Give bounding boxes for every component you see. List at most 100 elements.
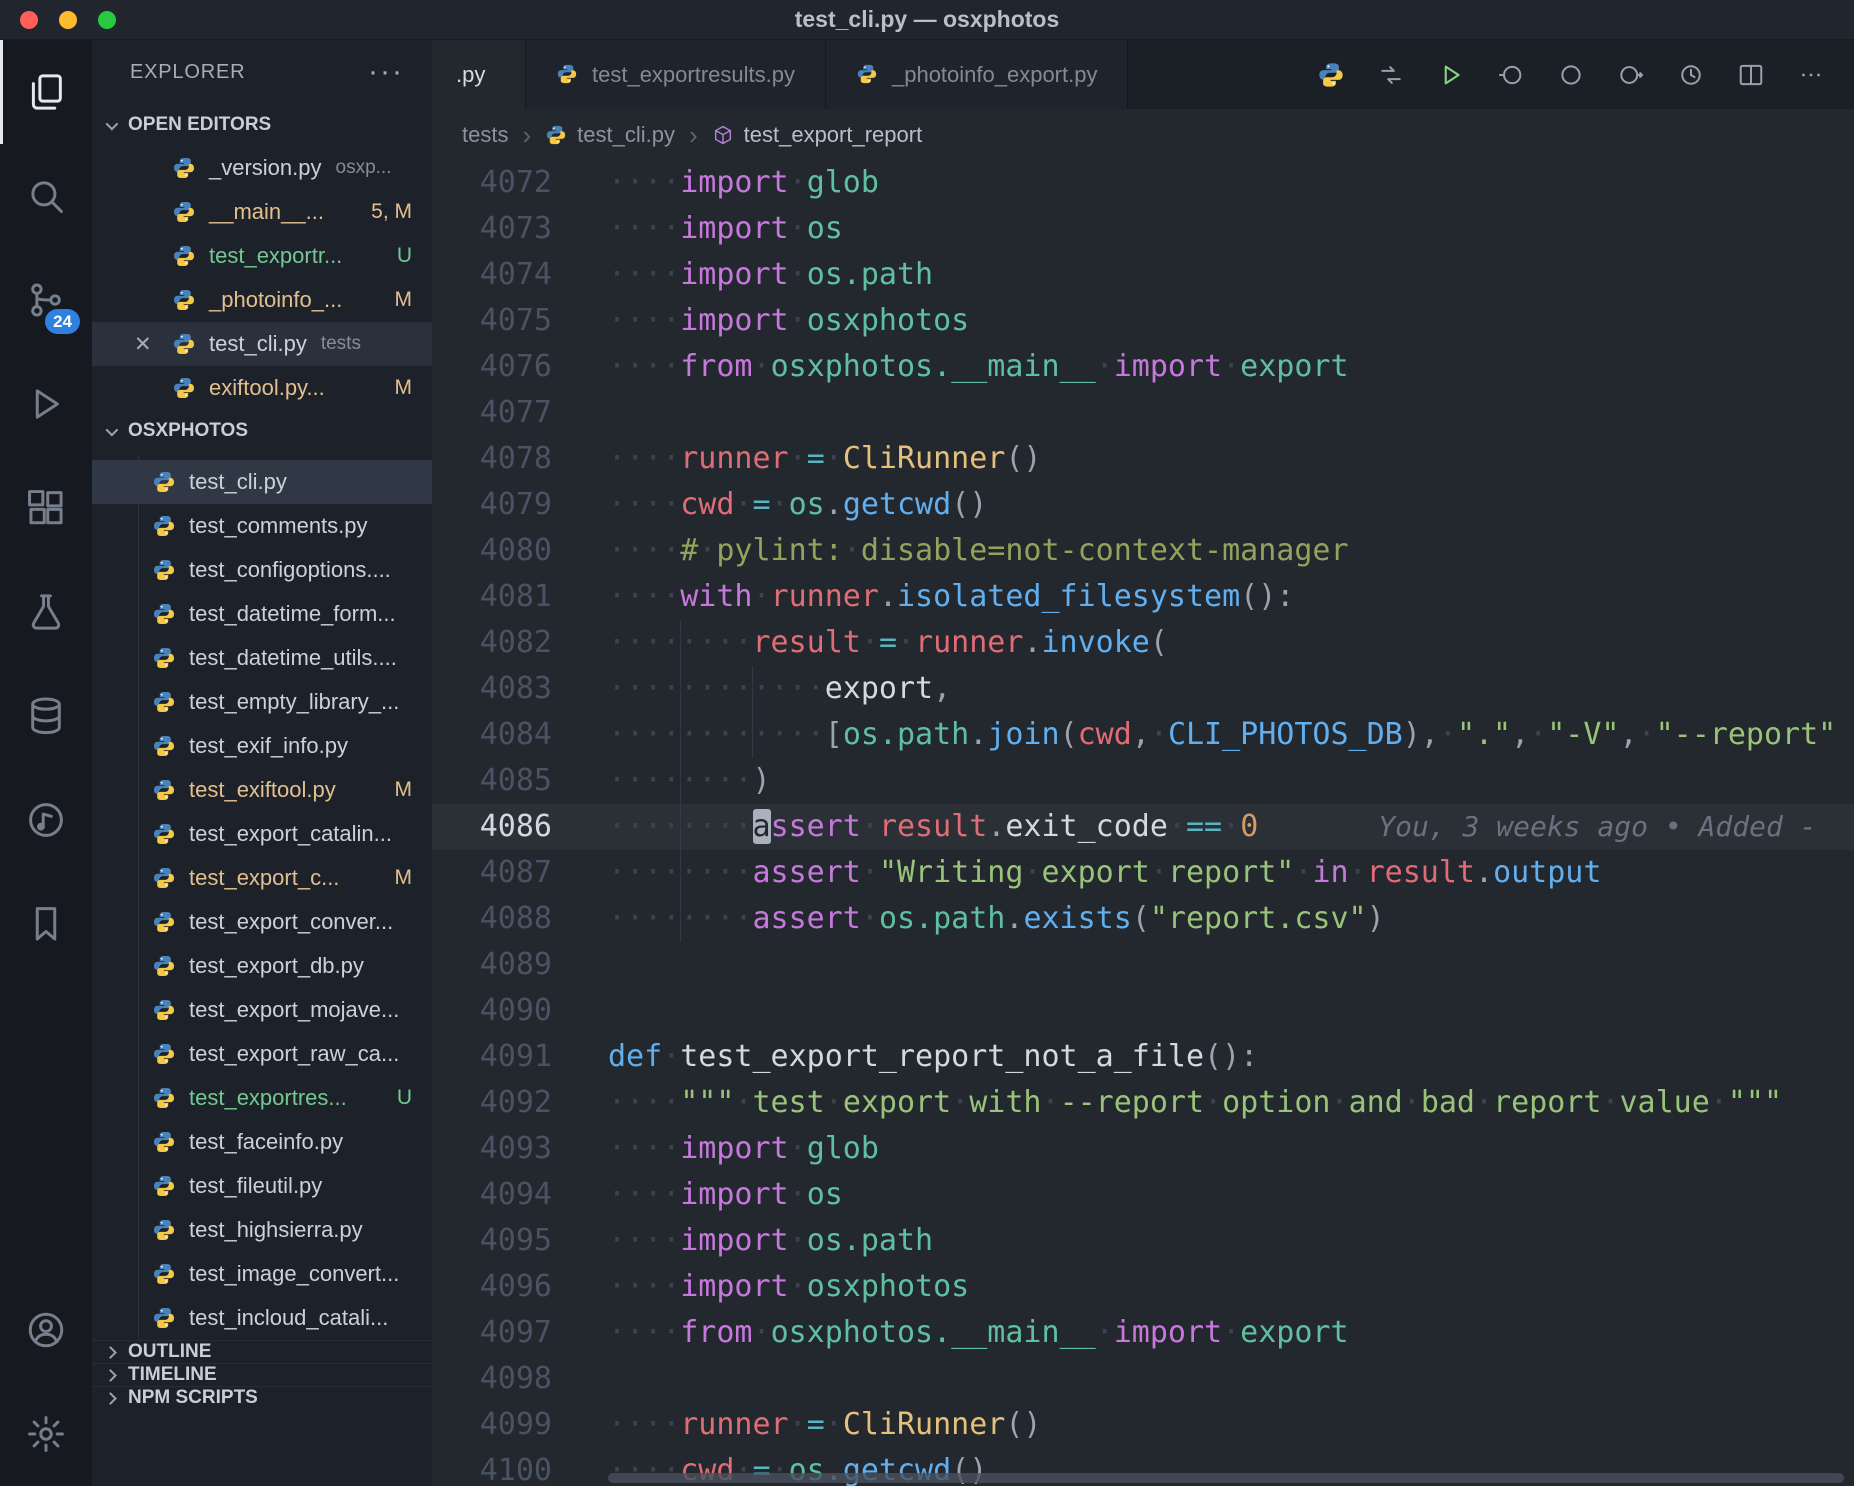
tree-item[interactable]: test_image_convert... [92, 1252, 432, 1296]
run-python-file-button[interactable] [1428, 52, 1474, 98]
open-editor-item[interactable]: _photoinfo_...M [92, 278, 432, 322]
code-line[interactable]: 4078····runner·=·CliRunner() [432, 436, 1854, 482]
python-extension-icon[interactable] [1308, 52, 1354, 98]
file-name: exiftool.py... [209, 375, 325, 401]
search-icon[interactable] [0, 144, 92, 248]
close-window-button[interactable] [20, 11, 38, 29]
line-number: 4083 [432, 666, 552, 712]
code-line[interactable]: 4087········assert·"Writing·export·repor… [432, 850, 1854, 896]
horizontal-scrollbar[interactable] [608, 1473, 1844, 1483]
tree-item[interactable]: test_datetime_utils.... [92, 636, 432, 680]
code-line[interactable]: 4075····import·osxphotos [432, 298, 1854, 344]
code-line[interactable]: 4089 [432, 942, 1854, 988]
code-line[interactable]: 4086········assert·result.exit_code·==·0… [432, 804, 1854, 850]
tree-item[interactable]: test_empty_library_... [92, 680, 432, 724]
close-editor-icon[interactable]: ✕ [134, 332, 152, 357]
tree-item[interactable]: test_export_catalin... [92, 812, 432, 856]
code-text: ····import·glob [608, 1126, 879, 1172]
open-editor-item[interactable]: test_exportr...U [92, 234, 432, 278]
section-timeline[interactable]: TIMELINE [92, 1363, 432, 1386]
bookmark-icon[interactable] [0, 872, 92, 976]
code-line[interactable]: 4076····from·osxphotos.__main__·import·e… [432, 344, 1854, 390]
more-actions-button[interactable] [1788, 52, 1834, 98]
code-line[interactable]: 4084············[os.path.join(cwd,·CLI_P… [432, 712, 1854, 758]
tree-item[interactable]: test_export_conver... [92, 900, 432, 944]
open-editor-item[interactable]: exiftool.py...M [92, 366, 432, 410]
tree-item[interactable]: test_export_c...M [92, 856, 432, 900]
tree-item[interactable]: test_export_mojave... [92, 988, 432, 1032]
code-line[interactable]: 4072····import·glob [432, 160, 1854, 206]
tree-item[interactable]: test_faceinfo.py [92, 1120, 432, 1164]
code-line[interactable]: 4097····from·osxphotos.__main__·import·e… [432, 1310, 1854, 1356]
code-line[interactable]: 4095····import·os.path [432, 1218, 1854, 1264]
code-line[interactable]: 4092····"""·test·export·with·--report·op… [432, 1080, 1854, 1126]
section-npm-scripts[interactable]: NPM SCRIPTS [92, 1386, 432, 1409]
account-icon[interactable] [0, 1278, 92, 1382]
breadcrumb-item[interactable]: test_cli.py [545, 122, 675, 148]
open-editors-header[interactable]: OPEN EDITORS [92, 104, 432, 146]
code-line[interactable]: 4088········assert·os.path.exists("repor… [432, 896, 1854, 942]
code-editor[interactable]: 4072····import·glob4073····import·os4074… [432, 160, 1854, 1486]
code-line[interactable]: 4099····runner·=·CliRunner() [432, 1402, 1854, 1448]
line-number: 4097 [432, 1310, 552, 1356]
code-line[interactable]: 4091def·test_export_report_not_a_file(): [432, 1034, 1854, 1080]
source-control-icon[interactable]: 24 [0, 248, 92, 352]
testing-icon[interactable] [0, 560, 92, 664]
open-editor-item[interactable]: _version.pyosxp... [92, 146, 432, 190]
code-line[interactable]: 4074····import·os.path [432, 252, 1854, 298]
code-line[interactable]: 4081····with·runner.isolated_filesystem(… [432, 574, 1854, 620]
activity-bar-bottom [0, 1278, 92, 1486]
run-below-icon[interactable] [1608, 52, 1654, 98]
record-icon[interactable] [1548, 52, 1594, 98]
tree-item[interactable]: test_fileutil.py [92, 1164, 432, 1208]
section-outline[interactable]: OUTLINE [92, 1340, 432, 1363]
code-line[interactable]: 4098 [432, 1356, 1854, 1402]
breadcrumb-item[interactable]: tests [462, 122, 508, 148]
run-to-line-icon[interactable] [1488, 52, 1534, 98]
tab-.py[interactable]: .py [432, 40, 526, 109]
code-line[interactable]: 4094····import·os [432, 1172, 1854, 1218]
tree-item[interactable]: test_exiftool.pyM [92, 768, 432, 812]
tree-item[interactable]: test_comments.py [92, 504, 432, 548]
tab-_photoinfo_export.py[interactable]: _photoinfo_export.py [826, 40, 1129, 109]
tree-item[interactable]: test_cli.py [92, 460, 432, 504]
run-debug-icon[interactable] [0, 352, 92, 456]
database-icon[interactable] [0, 664, 92, 768]
indent-guide [680, 666, 681, 712]
explorer-icon[interactable] [0, 40, 92, 144]
settings-icon[interactable] [0, 1382, 92, 1486]
line-number: 4089 [432, 942, 552, 988]
tree-item[interactable]: test_exportres...U [92, 1076, 432, 1120]
zoom-window-button[interactable] [98, 11, 116, 29]
tab-test_exportresults.py[interactable]: test_exportresults.py [526, 40, 826, 109]
code-line[interactable]: 4082········result·=·runner.invoke( [432, 620, 1854, 666]
timeline-icon[interactable] [1668, 52, 1714, 98]
code-line[interactable]: 4073····import·os [432, 206, 1854, 252]
split-editor-button[interactable] [1728, 52, 1774, 98]
minimize-window-button[interactable] [59, 11, 77, 29]
tree-item[interactable]: test_export_raw_ca... [92, 1032, 432, 1076]
code-line[interactable]: 4077 [432, 390, 1854, 436]
music-icon[interactable] [0, 768, 92, 872]
breadcrumb-label: tests [462, 122, 508, 148]
code-line[interactable]: 4090 [432, 988, 1854, 1034]
extensions-icon[interactable] [0, 456, 92, 560]
project-section-header[interactable]: OSXPHOTOS [92, 410, 432, 452]
tree-item[interactable]: test_incloud_catali... [92, 1296, 432, 1340]
tree-item[interactable]: test_configoptions.... [92, 548, 432, 592]
open-changes-icon[interactable] [1368, 52, 1414, 98]
breadcrumb-item[interactable]: test_export_report [712, 122, 923, 148]
code-line[interactable]: 4080····#·pylint:·disable=not-context-ma… [432, 528, 1854, 574]
code-line[interactable]: 4085········) [432, 758, 1854, 804]
code-line[interactable]: 4079····cwd·=·os.getcwd() [432, 482, 1854, 528]
open-editor-item[interactable]: ✕test_cli.pytests [92, 322, 432, 366]
open-editor-item[interactable]: __main__...5, M [92, 190, 432, 234]
code-line[interactable]: 4096····import·osxphotos [432, 1264, 1854, 1310]
code-line[interactable]: 4083············export, [432, 666, 1854, 712]
tree-item[interactable]: test_exif_info.py [92, 724, 432, 768]
tree-item[interactable]: test_datetime_form... [92, 592, 432, 636]
code-line[interactable]: 4093····import·glob [432, 1126, 1854, 1172]
tree-item[interactable]: test_export_db.py [92, 944, 432, 988]
more-actions-icon[interactable]: ··· [368, 66, 404, 78]
tree-item[interactable]: test_highsierra.py [92, 1208, 432, 1252]
